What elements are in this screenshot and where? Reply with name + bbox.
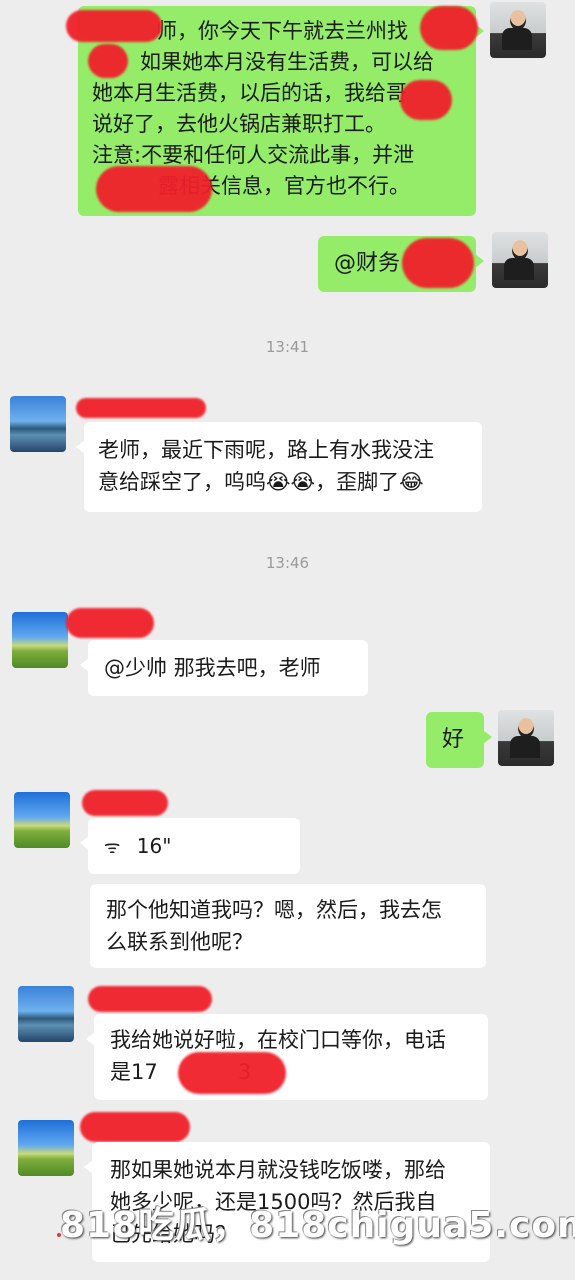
message-text: @少帅 那我去吧，老师 bbox=[104, 656, 321, 680]
message-line: 是17 3 bbox=[110, 1060, 251, 1084]
sender-name-redacted bbox=[82, 790, 168, 816]
redaction-mark bbox=[420, 6, 478, 50]
message-line: 我给她说好啦，在校门口等你，电话 bbox=[110, 1028, 446, 1052]
my-avatar[interactable] bbox=[498, 710, 554, 766]
message-bubble-sent[interactable]: 好 bbox=[426, 712, 492, 768]
message-line: 么联系到他呢？ bbox=[106, 930, 253, 954]
message-line: 那个他知道我吗？嗯，然后，我去怎 bbox=[106, 898, 442, 922]
timestamp: 13:41 bbox=[265, 338, 310, 356]
contact-avatar[interactable] bbox=[14, 792, 70, 848]
contact-avatar[interactable] bbox=[18, 1120, 74, 1176]
message-text: @财务 bbox=[334, 251, 401, 276]
voice-message-bubble[interactable]: ᯤ 16" bbox=[80, 818, 300, 874]
message-line: 那如果她说本月就没钱吃饭喽，那给 bbox=[110, 1158, 446, 1182]
message-bubble-received[interactable]: 那个他知道我吗？嗯，然后，我去怎 么联系到他呢？ bbox=[90, 884, 486, 968]
timestamp: 13:46 bbox=[265, 554, 310, 572]
sender-name-redacted bbox=[80, 1112, 190, 1142]
redaction-mark bbox=[66, 10, 162, 42]
message-bubble-received[interactable]: @少帅 那我去吧，老师 bbox=[80, 640, 368, 696]
redaction-mark bbox=[402, 238, 474, 288]
message-line: 老师，最近下雨呢，路上有水我没注 bbox=[98, 438, 434, 462]
message-text: 好 bbox=[442, 727, 465, 752]
redaction-mark bbox=[88, 44, 128, 78]
watermark: 818吃瓜，818chigua5.com bbox=[60, 1205, 575, 1246]
redaction-mark bbox=[400, 80, 452, 120]
my-avatar[interactable] bbox=[492, 232, 548, 288]
voice-wave-icon: ᯤ bbox=[104, 837, 121, 858]
phone-number-redacted bbox=[178, 1052, 286, 1094]
redaction-mark bbox=[96, 166, 212, 212]
contact-avatar[interactable] bbox=[12, 612, 68, 668]
contact-avatar[interactable] bbox=[10, 396, 66, 452]
my-avatar[interactable] bbox=[490, 2, 546, 58]
contact-avatar[interactable] bbox=[18, 986, 74, 1042]
message-bubble-received[interactable]: 老师，最近下雨呢，路上有水我没注 意给踩空了，呜呜😭😭，歪脚了😂 bbox=[76, 422, 482, 512]
sender-name-redacted bbox=[66, 608, 154, 638]
message-line: 如果她本月没有生活费，可以给 bbox=[140, 50, 434, 74]
sender-name-redacted bbox=[88, 986, 212, 1012]
voice-duration: 16" bbox=[136, 834, 172, 858]
message-line: 意给踩空了，呜呜😭😭，歪脚了😂 bbox=[98, 470, 424, 494]
message-bubble-received[interactable]: 我给她说好啦，在校门口等你，电话 是17 3 bbox=[86, 1014, 488, 1100]
sender-name-redacted bbox=[76, 398, 206, 418]
